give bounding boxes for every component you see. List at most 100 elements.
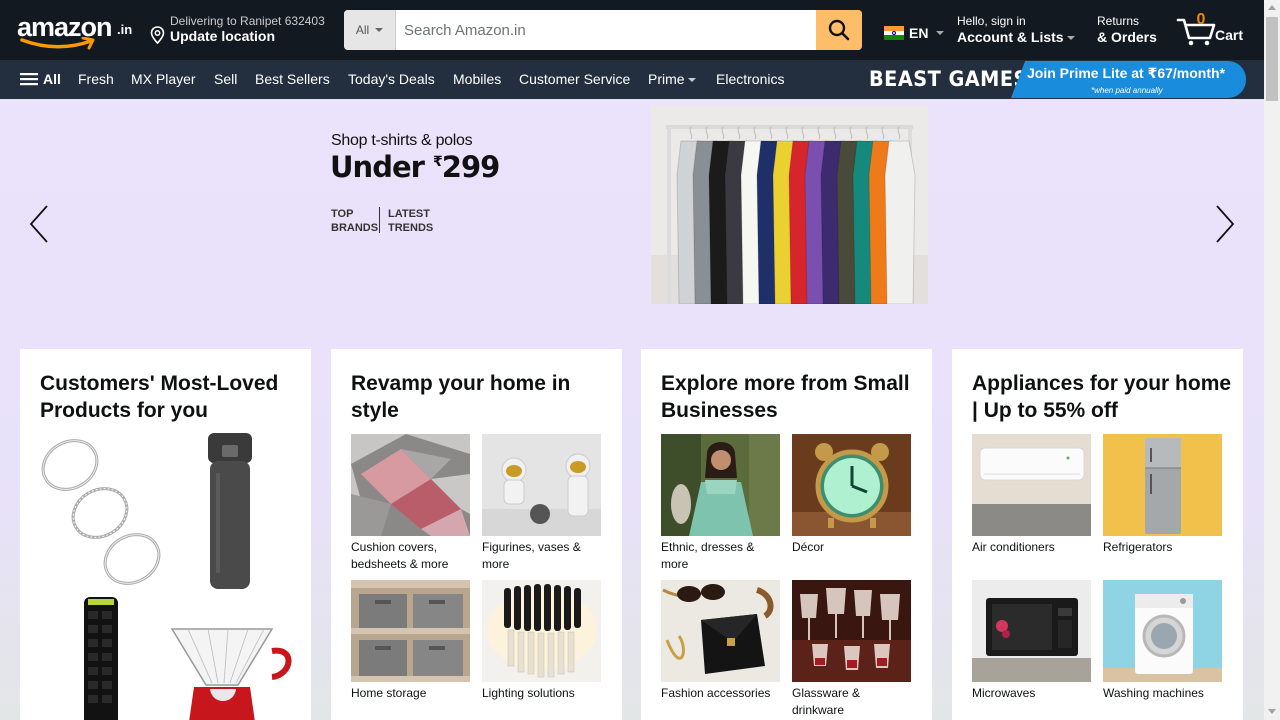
hero-tags: TOP BRANDS LATEST TRENDS: [331, 207, 436, 235]
decor-clock-image: [792, 434, 911, 536]
belt-item-prime[interactable]: Prime: [648, 71, 696, 87]
search-category-dropdown[interactable]: All: [344, 10, 396, 50]
tile-caption: Cushion covers, bedsheets & more: [351, 540, 449, 571]
hero-tag-line: BRANDS: [331, 222, 379, 234]
tile-air-conditioners[interactable]: Air conditioners: [972, 434, 1091, 556]
tile-ethnic-dresses[interactable]: Ethnic, dresses & more: [661, 434, 780, 573]
rings-product-image[interactable]: [40, 433, 162, 591]
language-selector[interactable]: EN: [884, 24, 945, 42]
belt-item-fresh[interactable]: Fresh: [78, 71, 114, 87]
tile-figurines[interactable]: Figurines, vases & more: [482, 434, 601, 573]
tile-caption: Refrigerators: [1103, 540, 1173, 554]
prime-lite-text: Join Prime Lite at ₹67/month*: [1027, 65, 1226, 81]
card-most-loved: Customers' Most-Loved Products for you: [20, 349, 311, 720]
carousel-prev-arrow-icon[interactable]: [27, 204, 51, 244]
delivering-to-text: Delivering to Ranipet 632403: [170, 14, 325, 28]
tile-microwaves[interactable]: Microwaves: [972, 580, 1091, 702]
language-code: EN: [909, 25, 929, 41]
foam-roller-illustration: [84, 597, 118, 720]
cushion-rug-image: [351, 434, 470, 536]
tile-caption: Microwaves: [972, 686, 1036, 700]
figurines-image: [482, 434, 601, 536]
tile-caption: Ethnic, dresses & more: [661, 540, 755, 571]
location-pin-icon: [150, 26, 165, 44]
fashion-accessories-illustration: [661, 580, 780, 682]
page-scrollbar[interactable]: [1264, 0, 1280, 720]
card-appliances: Appliances for your home | Up to 55% off…: [952, 349, 1243, 720]
scrollbar-thumb[interactable]: [1266, 17, 1278, 101]
belt-item-todays-deals[interactable]: Today's Deals: [348, 71, 435, 87]
belt-item-mx-player[interactable]: MX Player: [131, 71, 196, 87]
microwave-illustration: [972, 580, 1091, 682]
hero-heading: Under ₹299: [330, 150, 500, 184]
bottle-product-image[interactable]: [208, 433, 252, 591]
returns-label: Returns: [1097, 14, 1140, 28]
wine-glasses-illustration: [792, 580, 911, 682]
air-conditioner-image: [972, 434, 1091, 536]
foam-roller-product-image[interactable]: [84, 597, 118, 720]
tile-caption: Washing machines: [1103, 686, 1204, 700]
search-button[interactable]: [816, 10, 862, 50]
card-small-businesses: Explore more from Small Businesses Ethni…: [641, 349, 932, 720]
prime-lite-pill: Join Prime Lite at ₹67/month* *when paid…: [1011, 61, 1246, 98]
chevron-down-icon: [687, 78, 696, 83]
tile-caption: Air conditioners: [972, 540, 1055, 554]
hanging-tshirt: [884, 140, 916, 304]
belt-item-best-sellers[interactable]: Best Sellers: [255, 71, 330, 87]
hero-tag-divider: [379, 207, 380, 233]
tile-glassware[interactable]: Glassware & drinkware: [792, 580, 911, 719]
cart-count: 0: [1196, 11, 1206, 28]
tile-caption: Figurines, vases & more: [482, 540, 581, 571]
scroll-up-arrow-icon[interactable]: [1268, 5, 1276, 10]
tile-lighting[interactable]: Lighting solutions: [482, 580, 601, 702]
tile-home-storage[interactable]: Home storage: [351, 580, 470, 702]
tshirt-rack-image[interactable]: [651, 105, 928, 304]
belt-item-sell[interactable]: Sell: [214, 71, 237, 87]
card-revamp-home: Revamp your home in style Cushion covers…: [331, 349, 622, 720]
tile-decor[interactable]: Décor: [792, 434, 911, 556]
prime-label: Prime: [648, 71, 685, 87]
account-menu[interactable]: Hello, sign in Account & Lists: [957, 14, 1075, 45]
tile-caption: Home storage: [351, 686, 427, 700]
tile-refrigerators[interactable]: Refrigerators: [1103, 434, 1222, 556]
belt-item-customer-service[interactable]: Customer Service: [519, 71, 630, 87]
belt-item-mobiles[interactable]: Mobiles: [453, 71, 501, 87]
account-greeting: Hello, sign in: [957, 14, 1026, 28]
tile-fashion-accessories[interactable]: Fashion accessories: [661, 580, 780, 702]
india-flag-icon: [884, 26, 904, 41]
scroll-down-arrow-icon[interactable]: [1268, 709, 1276, 714]
belt-item-electronics[interactable]: Electronics: [716, 71, 784, 87]
hero-tag-latest-trends: LATEST TRENDS: [388, 207, 436, 235]
tshirt-rack-illustration: [651, 105, 928, 304]
card-title: Appliances for your home | Up to 55% off: [972, 372, 1232, 422]
hero-heading-prefix: Under: [330, 150, 434, 184]
lighting-image: [482, 580, 601, 682]
search-icon: [828, 19, 850, 41]
chevron-down-icon: [936, 31, 945, 35]
top-navbar: amazon .in Delivering to Ranipet 632403 …: [0, 0, 1264, 60]
cart-button[interactable]: 0 Cart: [1176, 10, 1248, 50]
all-menu-button[interactable]: All: [20, 71, 61, 87]
card-title: Explore more from Small Businesses: [661, 372, 910, 422]
tile-caption: Glassware & drinkware: [792, 686, 861, 717]
hero-tag-line: LATEST: [388, 208, 430, 220]
all-menu-label: All: [43, 71, 61, 87]
air-conditioner-illustration: [972, 434, 1091, 536]
returns-orders-link[interactable]: Returns & Orders: [1097, 14, 1157, 45]
tile-washing-machines[interactable]: Washing machines: [1103, 580, 1222, 702]
prime-promo-banner[interactable]: BEAST GAMES Join Prime Lite at ₹67/month…: [866, 60, 1256, 99]
coffee-dripper-product-image[interactable]: [168, 625, 292, 720]
carousel-next-arrow-icon[interactable]: [1213, 204, 1237, 244]
hero-tag-line: TRENDS: [388, 222, 434, 234]
water-bottle-illustration: [208, 433, 252, 589]
microwave-image: [972, 580, 1091, 682]
tile-cushion-covers[interactable]: Cushion covers, bedsheets & more: [351, 434, 470, 573]
search-input[interactable]: [396, 10, 816, 50]
amazon-logo[interactable]: amazon .in: [17, 12, 135, 52]
hero-tag-line: TOP: [331, 208, 354, 220]
beast-games-logo: BEAST GAMES: [869, 67, 1028, 91]
home-storage-image: [351, 580, 470, 682]
delivery-location[interactable]: Delivering to Ranipet 632403 Update loca…: [150, 13, 330, 49]
smile-arrow-icon: [20, 37, 95, 50]
fashion-accessories-image: [661, 580, 780, 682]
